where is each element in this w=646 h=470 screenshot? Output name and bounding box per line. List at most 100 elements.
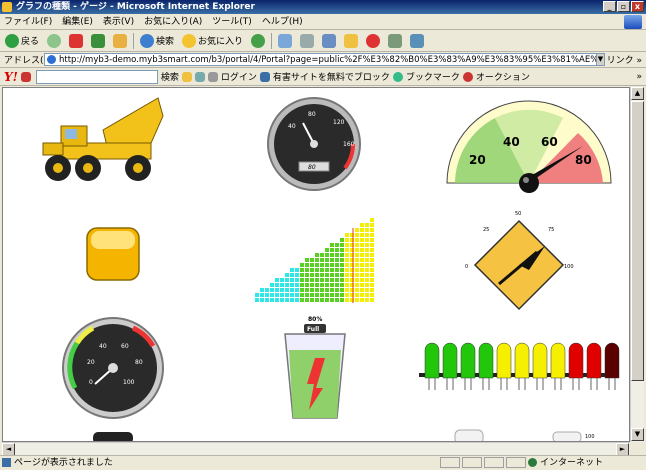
yahoo-block-button[interactable]: 有害サイトを無料でブロック xyxy=(273,70,390,83)
bar-matrix-cell xyxy=(355,233,359,237)
research-button[interactable] xyxy=(408,32,426,50)
menu-bar: ファイル(F) 編集(E) 表示(V) お気に入り(A) ツール(T) ヘルプ(… xyxy=(0,14,646,30)
bar-matrix-cell xyxy=(340,263,344,267)
bar-matrix-cell xyxy=(340,288,344,292)
bar-matrix-cell xyxy=(370,243,374,247)
refresh-button[interactable] xyxy=(89,32,107,50)
bar-matrix-cell xyxy=(345,283,349,287)
media-button[interactable] xyxy=(249,32,267,50)
close-button[interactable]: x xyxy=(631,1,644,12)
edit-button[interactable] xyxy=(320,32,338,50)
bar-matrix-cell xyxy=(360,248,364,252)
pen-icon[interactable] xyxy=(207,71,218,82)
home-button[interactable] xyxy=(111,32,129,50)
bar-matrix-cell xyxy=(305,288,309,292)
bar-matrix-cell xyxy=(255,298,259,302)
mail-button[interactable] xyxy=(276,32,294,50)
yahoo-bookmark-button[interactable]: ブックマーク xyxy=(406,70,460,83)
scroll-down-button[interactable]: ▼ xyxy=(631,428,644,441)
bar-matrix-cell xyxy=(275,283,279,287)
bar-matrix-cell xyxy=(360,278,364,282)
bar-matrix-cell xyxy=(295,278,299,282)
bar-matrix-cell xyxy=(320,278,324,282)
minimize-button[interactable]: _ xyxy=(603,1,616,12)
yahoo-auction-button[interactable]: オークション xyxy=(476,70,530,83)
menu-help[interactable]: ヘルプ(H) xyxy=(262,14,303,29)
pencil-icon[interactable] xyxy=(20,71,31,82)
stop-button[interactable] xyxy=(67,32,85,50)
forward-button[interactable] xyxy=(45,32,63,50)
yahoo-search-button[interactable]: 検索 xyxy=(161,70,179,83)
bar-matrix-cell xyxy=(360,233,364,237)
bar-matrix-cell xyxy=(290,283,294,287)
bar-matrix-cell xyxy=(345,253,349,257)
bar-matrix-cell xyxy=(365,233,369,237)
bar-matrix-cell xyxy=(325,278,329,282)
favorites-label: お気に入り xyxy=(198,37,244,47)
bar-matrix-cell xyxy=(310,288,314,292)
menu-edit[interactable]: 編集(E) xyxy=(62,14,93,29)
bar-matrix-cell xyxy=(370,258,374,262)
bar-matrix-cell xyxy=(315,268,319,272)
diamond-compass-gauge: 0 25 50 75 100 xyxy=(465,211,574,311)
horizontal-scrollbar[interactable]: ◄ ► xyxy=(2,442,630,456)
search-button[interactable]: 検索 xyxy=(138,32,176,50)
bar-matrix-cell xyxy=(320,298,324,302)
bar-matrix-cell xyxy=(355,273,359,277)
print-button[interactable] xyxy=(298,32,316,50)
bar-matrix-cell xyxy=(365,238,369,242)
back-button[interactable]: 戻る xyxy=(3,32,41,50)
scroll-up-button[interactable]: ▲ xyxy=(631,87,644,100)
bar-matrix-cell xyxy=(285,273,289,277)
bar-matrix-cell xyxy=(290,273,294,277)
tick-label: 0 xyxy=(89,379,93,386)
menu-tools[interactable]: ツール(T) xyxy=(212,14,252,29)
menu-file[interactable]: ファイル(F) xyxy=(4,14,52,29)
menu-view[interactable]: 表示(V) xyxy=(103,14,134,29)
address-input[interactable]: http://myb3-demo.myb3smart.com/b3/portal… xyxy=(44,53,604,66)
yahoo-more-button[interactable]: » xyxy=(636,72,646,82)
round-dial-gauge: 0 20 40 60 80 100 xyxy=(62,317,164,419)
tick-label: 75 xyxy=(548,227,554,233)
bar-matrix-cell xyxy=(310,258,314,262)
bar-matrix-cell xyxy=(285,278,289,282)
bar-matrix-cell xyxy=(260,293,264,297)
bar-matrix-cell xyxy=(345,298,349,302)
bar-matrix-cell xyxy=(345,248,349,252)
yahoo-search-input[interactable] xyxy=(35,69,158,84)
bar-matrix-cell xyxy=(290,288,294,292)
highlight-icon[interactable] xyxy=(181,71,192,82)
bar-matrix-cell xyxy=(310,268,314,272)
yahoo-logo[interactable]: Y! xyxy=(4,70,18,84)
led-light xyxy=(532,342,548,379)
bar-matrix-cell xyxy=(320,258,324,262)
restore-button[interactable]: ▫ xyxy=(617,1,630,12)
menu-favorites[interactable]: お気に入り(A) xyxy=(144,14,202,29)
messenger-button[interactable] xyxy=(364,32,382,50)
yahoo-login-button[interactable]: ログイン xyxy=(221,70,257,83)
bar-matrix-cell xyxy=(360,268,364,272)
address-dropdown-button[interactable]: ▼ xyxy=(596,53,605,66)
bar-matrix-cell xyxy=(315,283,319,287)
bar-matrix-cell xyxy=(325,283,329,287)
bar-matrix-cell xyxy=(365,278,369,282)
discuss-button[interactable] xyxy=(342,32,360,50)
links-button[interactable]: リンク » xyxy=(607,53,642,66)
bar-matrix-cell xyxy=(335,283,339,287)
bar-matrix-cell xyxy=(305,263,309,267)
favorites-button[interactable]: お気に入り xyxy=(180,32,245,50)
ie-app-icon xyxy=(2,2,12,12)
bar-matrix-cell xyxy=(330,268,334,272)
bar-matrix-cell xyxy=(290,293,294,297)
bar-matrix-cell xyxy=(355,228,359,232)
bar-matrix-cell xyxy=(280,298,284,302)
back-arrow-icon xyxy=(5,33,19,48)
tick-label: 20 xyxy=(469,153,486,167)
led-light xyxy=(586,342,602,379)
scroll-thumb[interactable] xyxy=(631,101,644,381)
edit-icon xyxy=(322,33,337,48)
mail-icon[interactable] xyxy=(194,71,205,82)
tools-button[interactable] xyxy=(386,32,404,50)
speedometer-readout: 80 xyxy=(308,164,316,171)
vertical-scrollbar[interactable]: ▲ ▼ xyxy=(630,87,644,442)
